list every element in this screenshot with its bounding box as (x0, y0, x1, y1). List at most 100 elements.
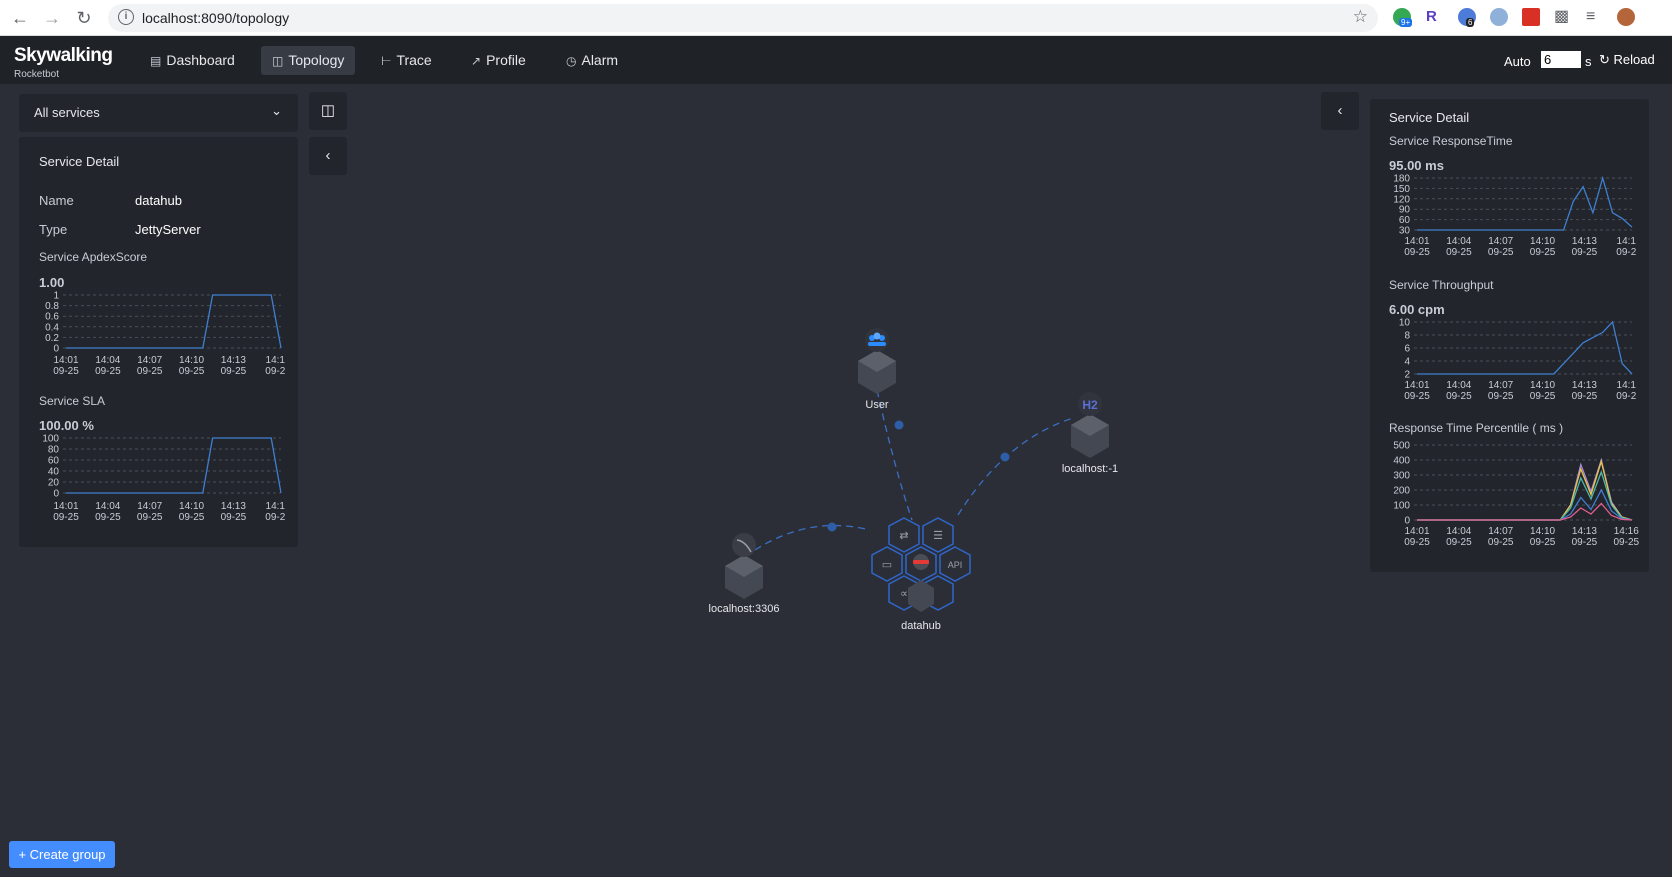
split-view-icon: ◫ (320, 102, 336, 119)
x-tick-label: 14:1 (266, 501, 286, 512)
y-tick-label: 100 (1393, 501, 1410, 512)
response-time-chart: 18015012090603014:0109-2514:0409-2514:07… (1393, 174, 1637, 259)
y-tick-label: 10 (1399, 318, 1411, 329)
mysql-icon (732, 533, 756, 557)
x-tick-label: 09-25 (1404, 537, 1430, 548)
series-line (66, 437, 282, 494)
plus-icon: + (18, 847, 27, 862)
h2-icon-text: H2 (1082, 398, 1098, 412)
y-tick-label: 400 (1393, 456, 1410, 467)
y-tick-label: 6 (1404, 344, 1410, 355)
toggle-view-button[interactable]: ◫ (309, 92, 347, 130)
panel-title: Service Detail (1389, 110, 1470, 125)
x-tick-label: 09-25 (53, 366, 79, 377)
link-dot[interactable] (827, 522, 837, 532)
y-tick-label: 2 (1404, 370, 1410, 381)
x-tick-label: 09-25 (1488, 537, 1514, 548)
x-tick-label: 09-25 (179, 366, 205, 377)
y-tick-label: 40 (48, 467, 60, 478)
x-tick-label: 09-25 (1446, 391, 1472, 402)
y-tick-label: 30 (1399, 226, 1411, 237)
x-tick-label: 09-25 (1572, 391, 1598, 402)
x-tick-label: 14:01 (1404, 380, 1429, 391)
x-tick-label: 09-25 (1530, 537, 1556, 548)
tv-mini-icon: ▭ (882, 559, 892, 571)
redis-mini-icon (913, 560, 929, 564)
sla-label: Service SLA (39, 394, 106, 408)
x-tick-label: 09-25 (1488, 247, 1514, 258)
right-service-detail-panel: Service Detail Service ResponseTime 95.0… (1370, 99, 1649, 572)
chevron-left-icon: ‹ (1337, 102, 1343, 119)
node-datahub[interactable]: ⇄ ☰ ▭ API ∝ datahub (871, 517, 971, 632)
y-tick-label: 0.4 (45, 322, 59, 333)
users-icon (865, 328, 889, 352)
x-tick-label: 09-25 (1446, 247, 1472, 258)
x-tick-label: 14:16 (1614, 526, 1639, 537)
y-tick-label: 0 (53, 344, 59, 355)
y-tick-label: 0 (1404, 516, 1410, 527)
chevron-left-icon: ‹ (325, 147, 331, 164)
y-tick-label: 0 (53, 489, 59, 500)
create-group-button[interactable]: + Create group (9, 841, 115, 868)
link-mysql-datahub[interactable] (754, 524, 871, 551)
y-tick-label: 20 (48, 478, 60, 489)
x-tick-label: 09-25 (221, 366, 247, 377)
x-tick-label: 14:1 (1617, 236, 1637, 247)
service-select-value: All services (34, 105, 100, 120)
x-tick-label: 09-2 (265, 366, 285, 377)
y-tick-label: 0.8 (45, 301, 59, 312)
y-tick-label: 100 (42, 434, 59, 445)
stack-mini-icon: ☰ (933, 530, 943, 542)
node-label: User (865, 399, 889, 411)
collapse-right-button[interactable]: ‹ (1321, 92, 1359, 130)
throughput-value: 6.00 cpm (1389, 302, 1445, 317)
x-tick-label: 14:13 (1572, 236, 1597, 247)
series-line (1417, 502, 1633, 521)
x-tick-label: 14:10 (179, 501, 204, 512)
api-mini-icon: API (948, 560, 963, 570)
link-datahub-h2[interactable] (957, 417, 1074, 516)
x-tick-label: 09-25 (53, 512, 79, 523)
y-tick-label: 80 (48, 445, 60, 456)
x-tick-label: 14:07 (137, 355, 162, 366)
x-tick-label: 14:01 (53, 355, 78, 366)
collapse-left-button[interactable]: ‹ (309, 137, 347, 175)
series-line (1417, 175, 1633, 231)
node-label: localhost:-1 (1062, 463, 1118, 475)
y-tick-label: 60 (1399, 215, 1411, 226)
node-user[interactable]: User (858, 328, 896, 411)
series-line (1417, 470, 1633, 521)
y-tick-label: 8 (1404, 331, 1410, 342)
x-tick-label: 09-25 (1488, 391, 1514, 402)
node-localhost-h2[interactable]: H2 localhost:-1 (1062, 392, 1118, 475)
link-dot[interactable] (1000, 452, 1010, 462)
route-mini-icon: ⇄ (899, 530, 908, 542)
x-tick-label: 09-25 (221, 512, 247, 523)
link-dot[interactable] (894, 420, 904, 430)
x-tick-label: 14:07 (1488, 526, 1513, 537)
x-tick-label: 09-2 (1616, 391, 1636, 402)
name-value: datahub (135, 193, 182, 208)
x-tick-label: 14:07 (1488, 380, 1513, 391)
y-tick-label: 0.6 (45, 312, 59, 323)
left-service-detail-panel: Service Detail Name datahub Type JettySe… (19, 137, 298, 547)
x-tick-label: 14:13 (221, 501, 246, 512)
y-tick-label: 0.2 (45, 333, 59, 344)
x-tick-label: 14:04 (1446, 236, 1471, 247)
x-tick-label: 14:1 (266, 355, 286, 366)
x-tick-label: 14:01 (1404, 526, 1429, 537)
service-select[interactable]: All services ⌄ (19, 94, 298, 132)
create-group-label: Create group (29, 847, 106, 862)
share-mini-icon: ∝ (900, 588, 908, 600)
x-tick-label: 09-25 (95, 512, 121, 523)
node-localhost-3306[interactable]: localhost:3306 (709, 533, 780, 615)
x-tick-label: 09-2 (1616, 247, 1636, 258)
sla-value: 100.00 % (39, 418, 94, 433)
x-tick-label: 14:07 (137, 501, 162, 512)
x-tick-label: 14:13 (221, 355, 246, 366)
series-line (66, 294, 282, 349)
x-tick-label: 14:04 (95, 501, 120, 512)
x-tick-label: 09-25 (179, 512, 205, 523)
x-tick-label: 14:10 (1530, 526, 1555, 537)
x-tick-label: 14:07 (1488, 236, 1513, 247)
